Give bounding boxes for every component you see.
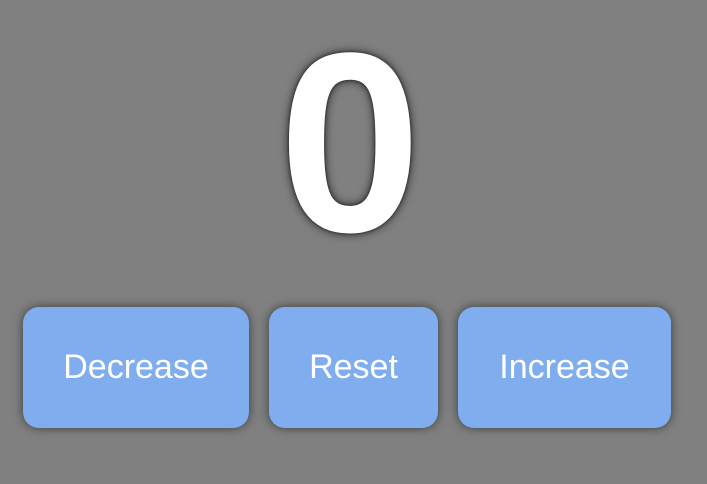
increase-button[interactable]: Increase (458, 307, 671, 428)
decrease-button[interactable]: Decrease (23, 307, 249, 428)
reset-button[interactable]: Reset (269, 307, 438, 428)
counter-value: 0 (278, 0, 422, 286)
